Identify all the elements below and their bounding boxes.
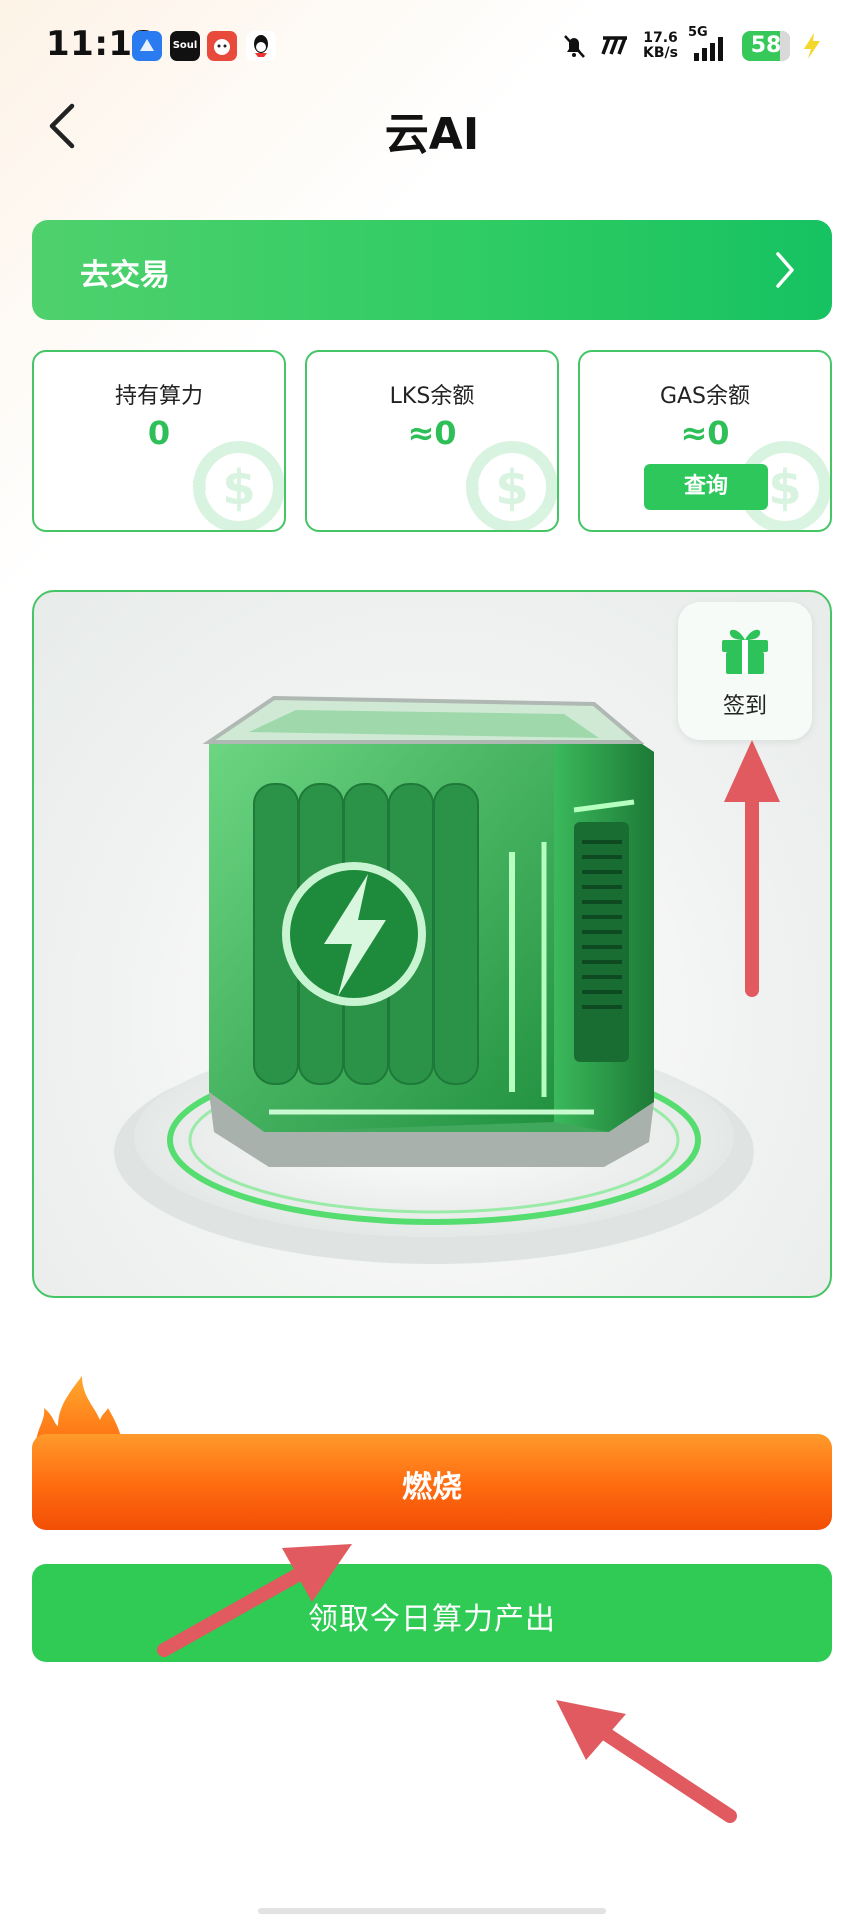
status-indicators: 17.6 KB/s 5G 58 bbox=[559, 25, 824, 64]
browser-icon bbox=[132, 31, 162, 61]
home-indicator[interactable] bbox=[258, 1908, 606, 1914]
red-app-icon bbox=[207, 31, 237, 61]
burn-label: 燃烧 bbox=[402, 1470, 462, 1505]
checkin-button[interactable]: 签到 bbox=[678, 602, 812, 740]
stat-label: 持有算力 bbox=[114, 384, 203, 409]
status-bar: 11:13 Soul 17.6 KB/s 5G 58 bbox=[0, 0, 864, 96]
hyperos-icon bbox=[601, 36, 628, 55]
page-title: 云AI bbox=[384, 109, 480, 160]
stat-card-hashpower: 持有算力 0 $ bbox=[32, 350, 286, 532]
trade-label: 去交易 bbox=[80, 258, 170, 293]
soul-icon: Soul bbox=[170, 31, 200, 61]
claim-label: 领取今日算力产出 bbox=[308, 1602, 556, 1637]
battery-indicator: 58 bbox=[742, 31, 790, 61]
charging-icon bbox=[804, 33, 820, 59]
coin-cycle-icon: $ bbox=[465, 441, 557, 530]
qq-icon bbox=[246, 31, 276, 61]
query-button[interactable]: 查询 bbox=[644, 464, 768, 510]
stat-card-gas: GAS余额 ≈0 $ 查询 bbox=[578, 350, 832, 532]
hero-panel: 签到 bbox=[32, 590, 832, 1298]
stat-label: GAS余额 bbox=[659, 384, 751, 409]
signal-icon: 5G bbox=[688, 25, 732, 63]
coin-cycle-icon: $ bbox=[192, 441, 284, 530]
stat-label: LKS余额 bbox=[389, 384, 475, 409]
trade-button[interactable]: 去交易 bbox=[32, 220, 832, 320]
chevron-right-icon bbox=[776, 252, 794, 288]
svg-text:$: $ bbox=[222, 460, 255, 516]
annotation-arrow-claim bbox=[593, 1723, 737, 1823]
checkin-label: 签到 bbox=[722, 694, 767, 719]
claim-output-button[interactable]: 领取今日算力产出 bbox=[32, 1564, 832, 1662]
svg-text:$: $ bbox=[768, 460, 801, 516]
gift-icon bbox=[722, 629, 768, 674]
stat-card-lks: LKS余额 ≈0 $ bbox=[305, 350, 559, 532]
net-speed: 17.6 KB/s bbox=[643, 30, 678, 61]
mute-bell-icon bbox=[564, 35, 585, 58]
burn-button[interactable]: 燃烧 bbox=[32, 1434, 832, 1530]
svg-text:$: $ bbox=[495, 460, 528, 516]
